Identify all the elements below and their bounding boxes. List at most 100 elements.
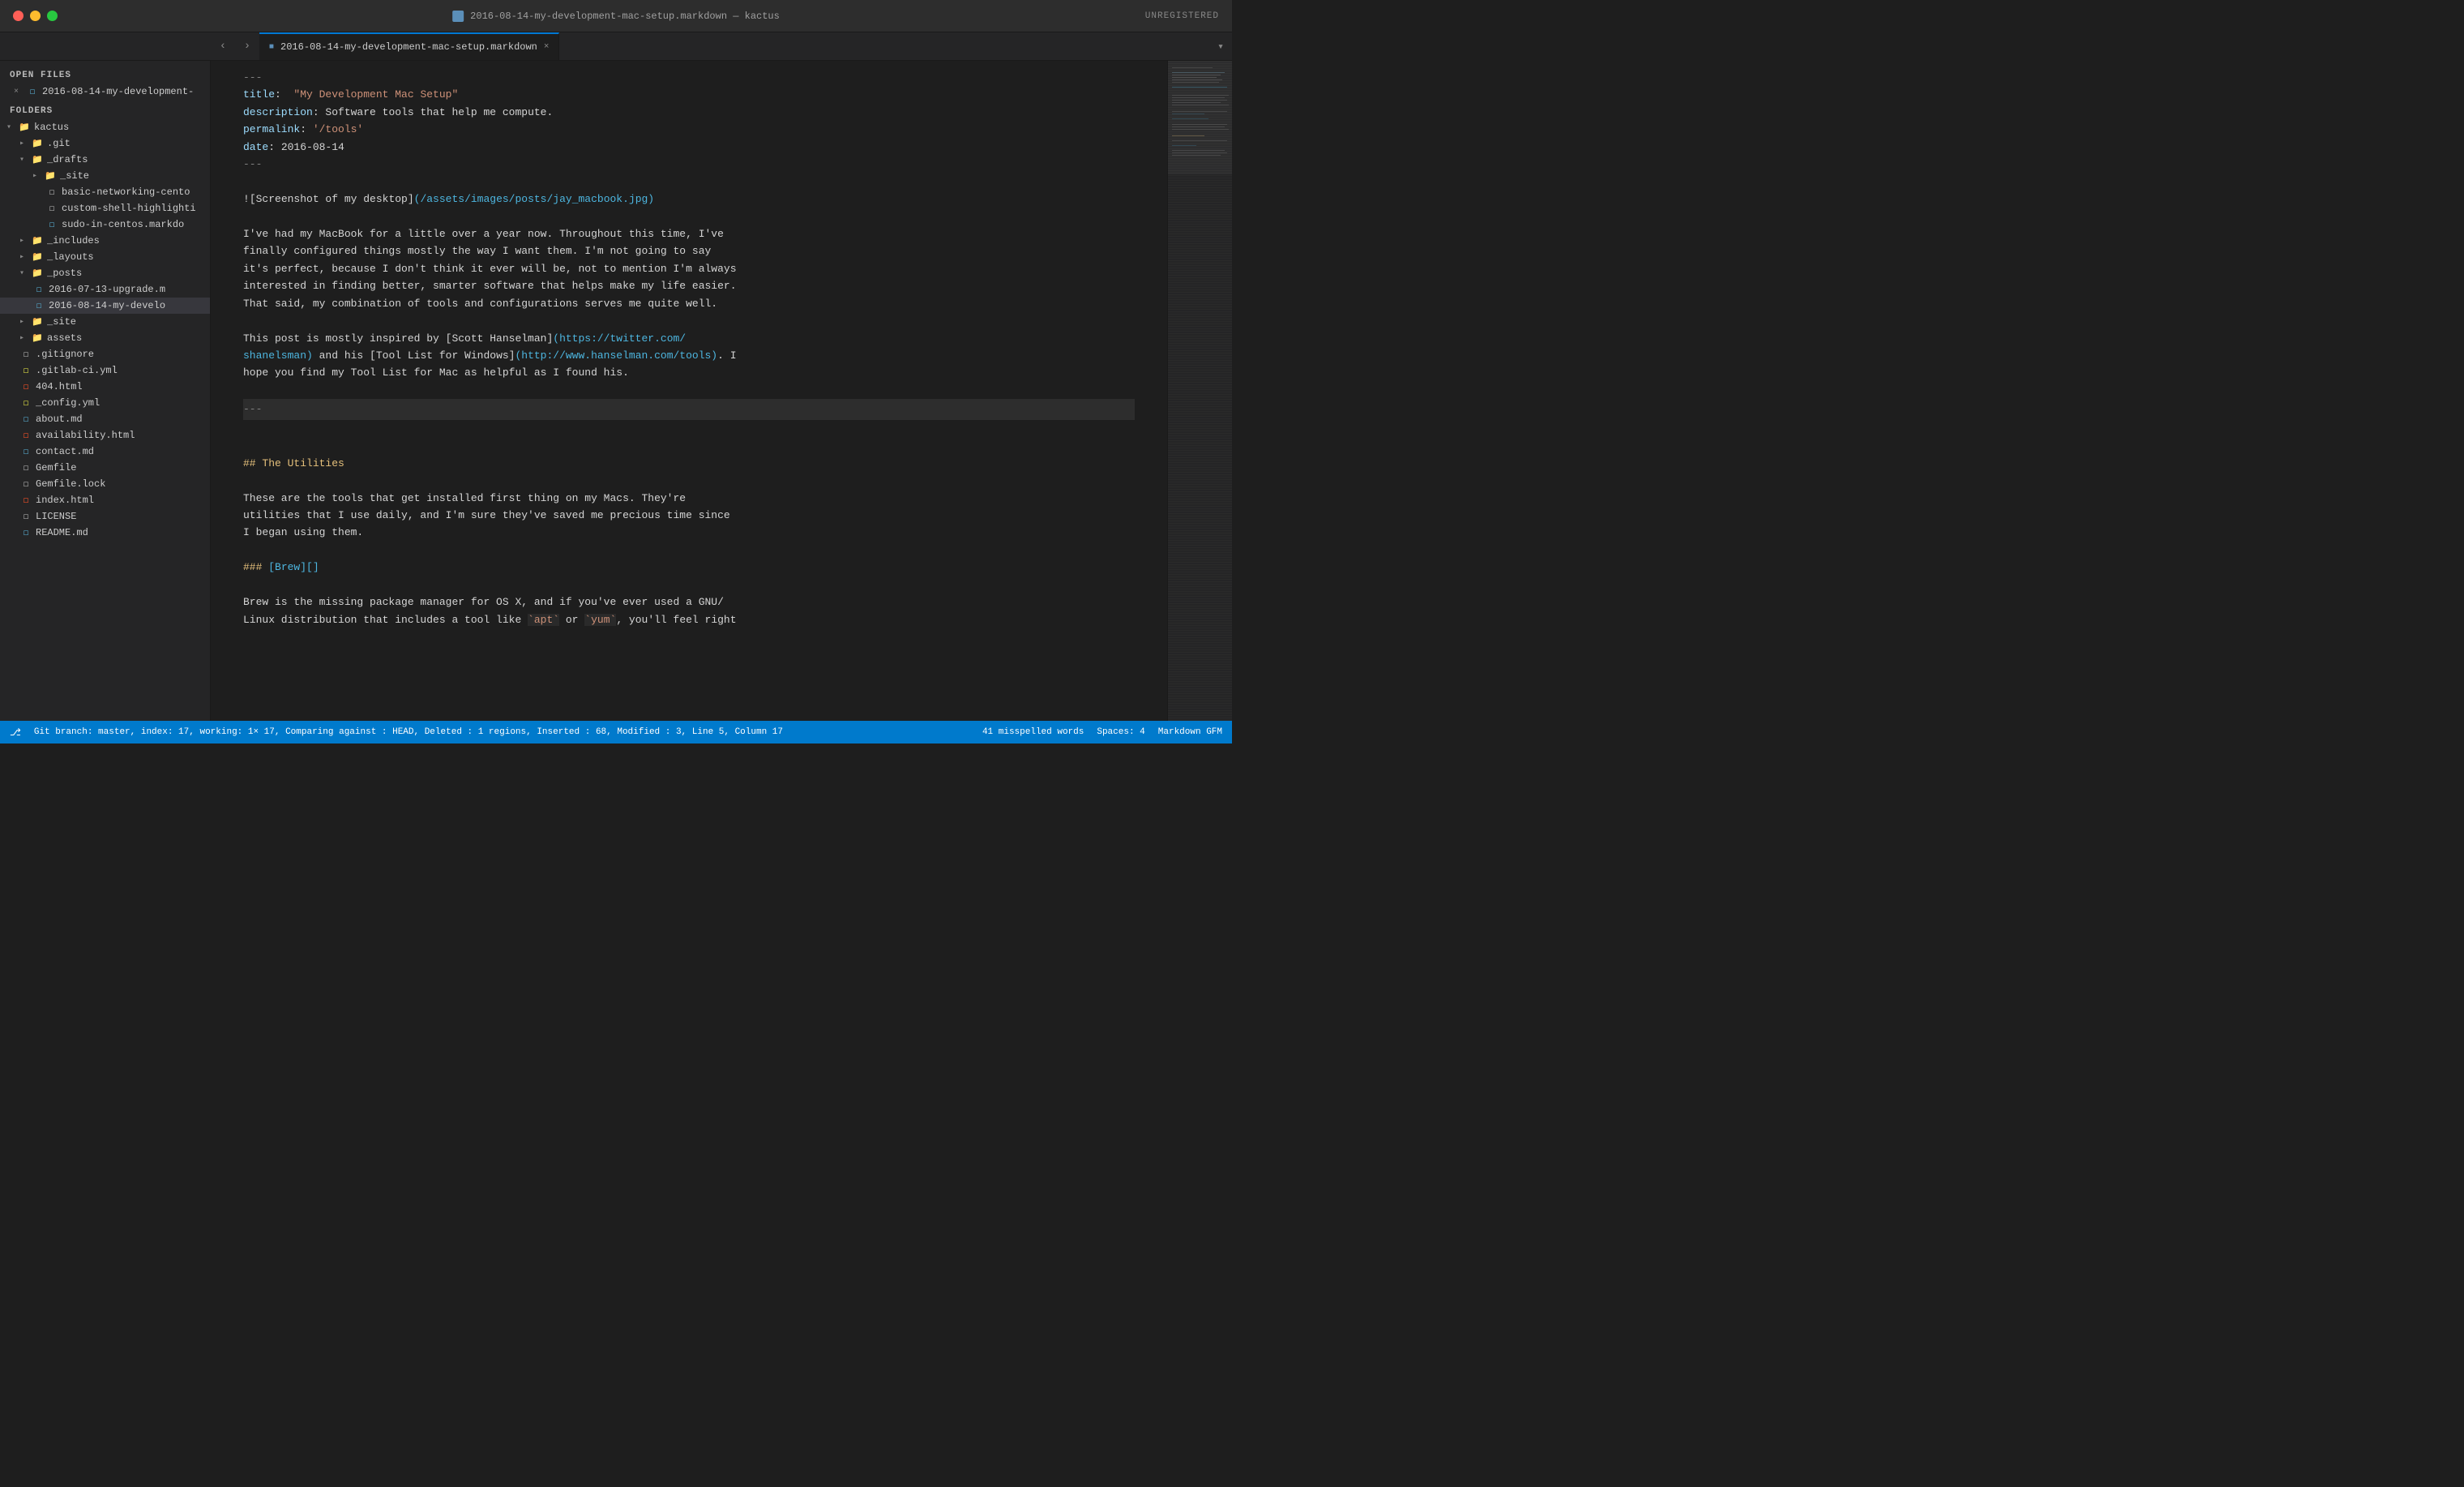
sidebar-item-posts[interactable]: 📁 _posts (0, 265, 210, 281)
file-name: contact.md (36, 446, 94, 457)
folder-arrow-icon (19, 252, 31, 262)
sidebar-item-layouts[interactable]: 📁 _layouts (0, 249, 210, 265)
sidebar-item-assets[interactable]: 📁 assets (0, 330, 210, 346)
file-icon: ◻ (45, 202, 58, 215)
open-file-name: 2016-08-14-my-development- (42, 86, 194, 97)
editor-content[interactable]: --- title: "My Development Mac Setup" de… (211, 61, 1167, 721)
file-name: LICENSE (36, 511, 76, 522)
sidebar-item-post1[interactable]: ◻ 2016-07-13-upgrade.m (0, 281, 210, 298)
sidebar-item-site[interactable]: 📁 _site (0, 314, 210, 330)
folder-arrow-icon (19, 155, 31, 165)
file-name: 404.html (36, 381, 83, 392)
file-icon: ◻ (19, 461, 32, 474)
sidebar-item-gemfilelock[interactable]: ◻ Gemfile.lock (0, 476, 210, 492)
folder-icon: 📁 (31, 315, 44, 328)
folder-icon: 📁 (44, 169, 57, 182)
folder-name: _includes (47, 235, 100, 246)
sidebar-item-kactus[interactable]: 📁 kactus (0, 119, 210, 135)
folder-arrow-icon (6, 122, 18, 132)
folder-icon: 📁 (31, 332, 44, 345)
sidebar-item-sudo[interactable]: ◻ sudo-in-centos.markdo (0, 216, 210, 233)
sidebar-item-git[interactable]: 📁 .git (0, 135, 210, 152)
file-icon: ◻ (19, 348, 32, 361)
file-icon: ◻ (45, 218, 58, 231)
window-title: 2016-08-14-my-development-mac-setup.mark… (452, 11, 780, 22)
file-name: 2016-07-13-upgrade.m (49, 284, 165, 295)
sidebar-item-index[interactable]: ◻ index.html (0, 492, 210, 508)
sidebar-item-availability[interactable]: ◻ availability.html (0, 427, 210, 444)
sidebar-item-drafts-site[interactable]: 📁 _site (0, 168, 210, 184)
file-icon: ◻ (19, 478, 32, 491)
file-icon: ◻ (32, 299, 45, 312)
sidebar-item-networking[interactable]: ◻ basic-networking-cento (0, 184, 210, 200)
minimap-content (1168, 61, 1232, 721)
file-icon: ◻ (19, 364, 32, 377)
folder-icon: 📁 (31, 251, 44, 264)
file-name: .gitlab-ci.yml (36, 365, 118, 376)
sidebar-item-readme[interactable]: ◻ README.md (0, 525, 210, 541)
sidebar-item-gitlab-ci[interactable]: ◻ .gitlab-ci.yml (0, 362, 210, 379)
git-icon: ⎇ (10, 726, 21, 739)
folder-name: _site (47, 316, 76, 328)
minimize-button[interactable] (30, 11, 41, 21)
sidebar-item-contact[interactable]: ◻ contact.md (0, 444, 210, 460)
traffic-lights (13, 11, 58, 21)
file-icon: ◻ (19, 413, 32, 426)
editor-area: --- title: "My Development Mac Setup" de… (211, 61, 1232, 721)
sidebar-item-post2-active[interactable]: ◻ 2016-08-14-my-develo (0, 298, 210, 314)
file-name: index.html (36, 495, 94, 506)
sidebar-item-shell[interactable]: ◻ custom-shell-highlighti (0, 200, 210, 216)
open-file-item[interactable]: × ◻ 2016-08-14-my-development- (0, 84, 210, 100)
file-icon: ◻ (19, 526, 32, 539)
sidebar-item-404[interactable]: ◻ 404.html (0, 379, 210, 395)
folder-icon: 📁 (31, 234, 44, 247)
window-title-text: 2016-08-14-my-development-mac-setup.mark… (470, 11, 780, 22)
active-tab[interactable]: ■ 2016-08-14-my-development-mac-setup.ma… (259, 32, 559, 60)
close-icon[interactable]: × (10, 85, 23, 98)
close-button[interactable] (13, 11, 24, 21)
sidebar-item-about[interactable]: ◻ about.md (0, 411, 210, 427)
tab-dropdown-button[interactable]: ▾ (1217, 32, 1232, 60)
misspelled-words: 41 misspelled words (982, 727, 1084, 737)
file-name: basic-networking-cento (62, 186, 190, 198)
folder-name: _drafts (47, 154, 88, 165)
sidebar-item-license[interactable]: ◻ LICENSE (0, 508, 210, 525)
chevron-down-icon: ▾ (1217, 41, 1224, 53)
file-icon: ◻ (19, 380, 32, 393)
git-status: Git branch: master, index: 17, working: … (34, 727, 783, 737)
folder-arrow-icon (19, 268, 31, 278)
maximize-button[interactable] (47, 11, 58, 21)
tab-file-icon: ■ (269, 43, 274, 52)
sidebar-item-includes[interactable]: 📁 _includes (0, 233, 210, 249)
minimap (1167, 61, 1232, 721)
folder-icon: 📁 (18, 121, 31, 134)
folders-title: FOLDERS (0, 100, 210, 119)
editor-code[interactable]: --- title: "My Development Mac Setup" de… (243, 69, 1135, 628)
file-name: README.md (36, 527, 88, 538)
tab-label: 2016-08-14-my-development-mac-setup.mark… (280, 41, 537, 53)
file-icon: ◻ (45, 186, 58, 199)
sidebar-item-config[interactable]: ◻ _config.yml (0, 395, 210, 411)
nav-forward-button[interactable]: › (235, 32, 259, 60)
file-icon: ◻ (26, 85, 39, 98)
tab-close-button[interactable]: × (544, 42, 550, 52)
sidebar-item-gitignore[interactable]: ◻ .gitignore (0, 346, 210, 362)
title-bar: 2016-08-14-my-development-mac-setup.mark… (0, 0, 1232, 32)
folder-arrow-icon (19, 317, 31, 327)
file-name: _config.yml (36, 397, 100, 409)
folder-arrow-icon (19, 139, 31, 148)
file-name: custom-shell-highlighti (62, 203, 196, 214)
sidebar-item-gemfile[interactable]: ◻ Gemfile (0, 460, 210, 476)
status-bar: ⎇ Git branch: master, index: 17, working… (0, 721, 1232, 744)
file-name: Gemfile (36, 462, 76, 474)
language-mode: Markdown GFM (1158, 727, 1222, 737)
folder-arrow-icon (19, 236, 31, 246)
editor-main[interactable]: --- title: "My Development Mac Setup" de… (211, 61, 1167, 721)
folder-name: kactus (34, 122, 69, 133)
folder-name: assets (47, 332, 82, 344)
nav-back-button[interactable]: ‹ (211, 32, 235, 60)
registration-status: UNREGISTERED (1145, 11, 1219, 21)
file-icon: ◻ (19, 396, 32, 409)
sidebar-item-drafts[interactable]: 📁 _drafts (0, 152, 210, 168)
sidebar: OPEN FILES × ◻ 2016-08-14-my-development… (0, 61, 211, 721)
